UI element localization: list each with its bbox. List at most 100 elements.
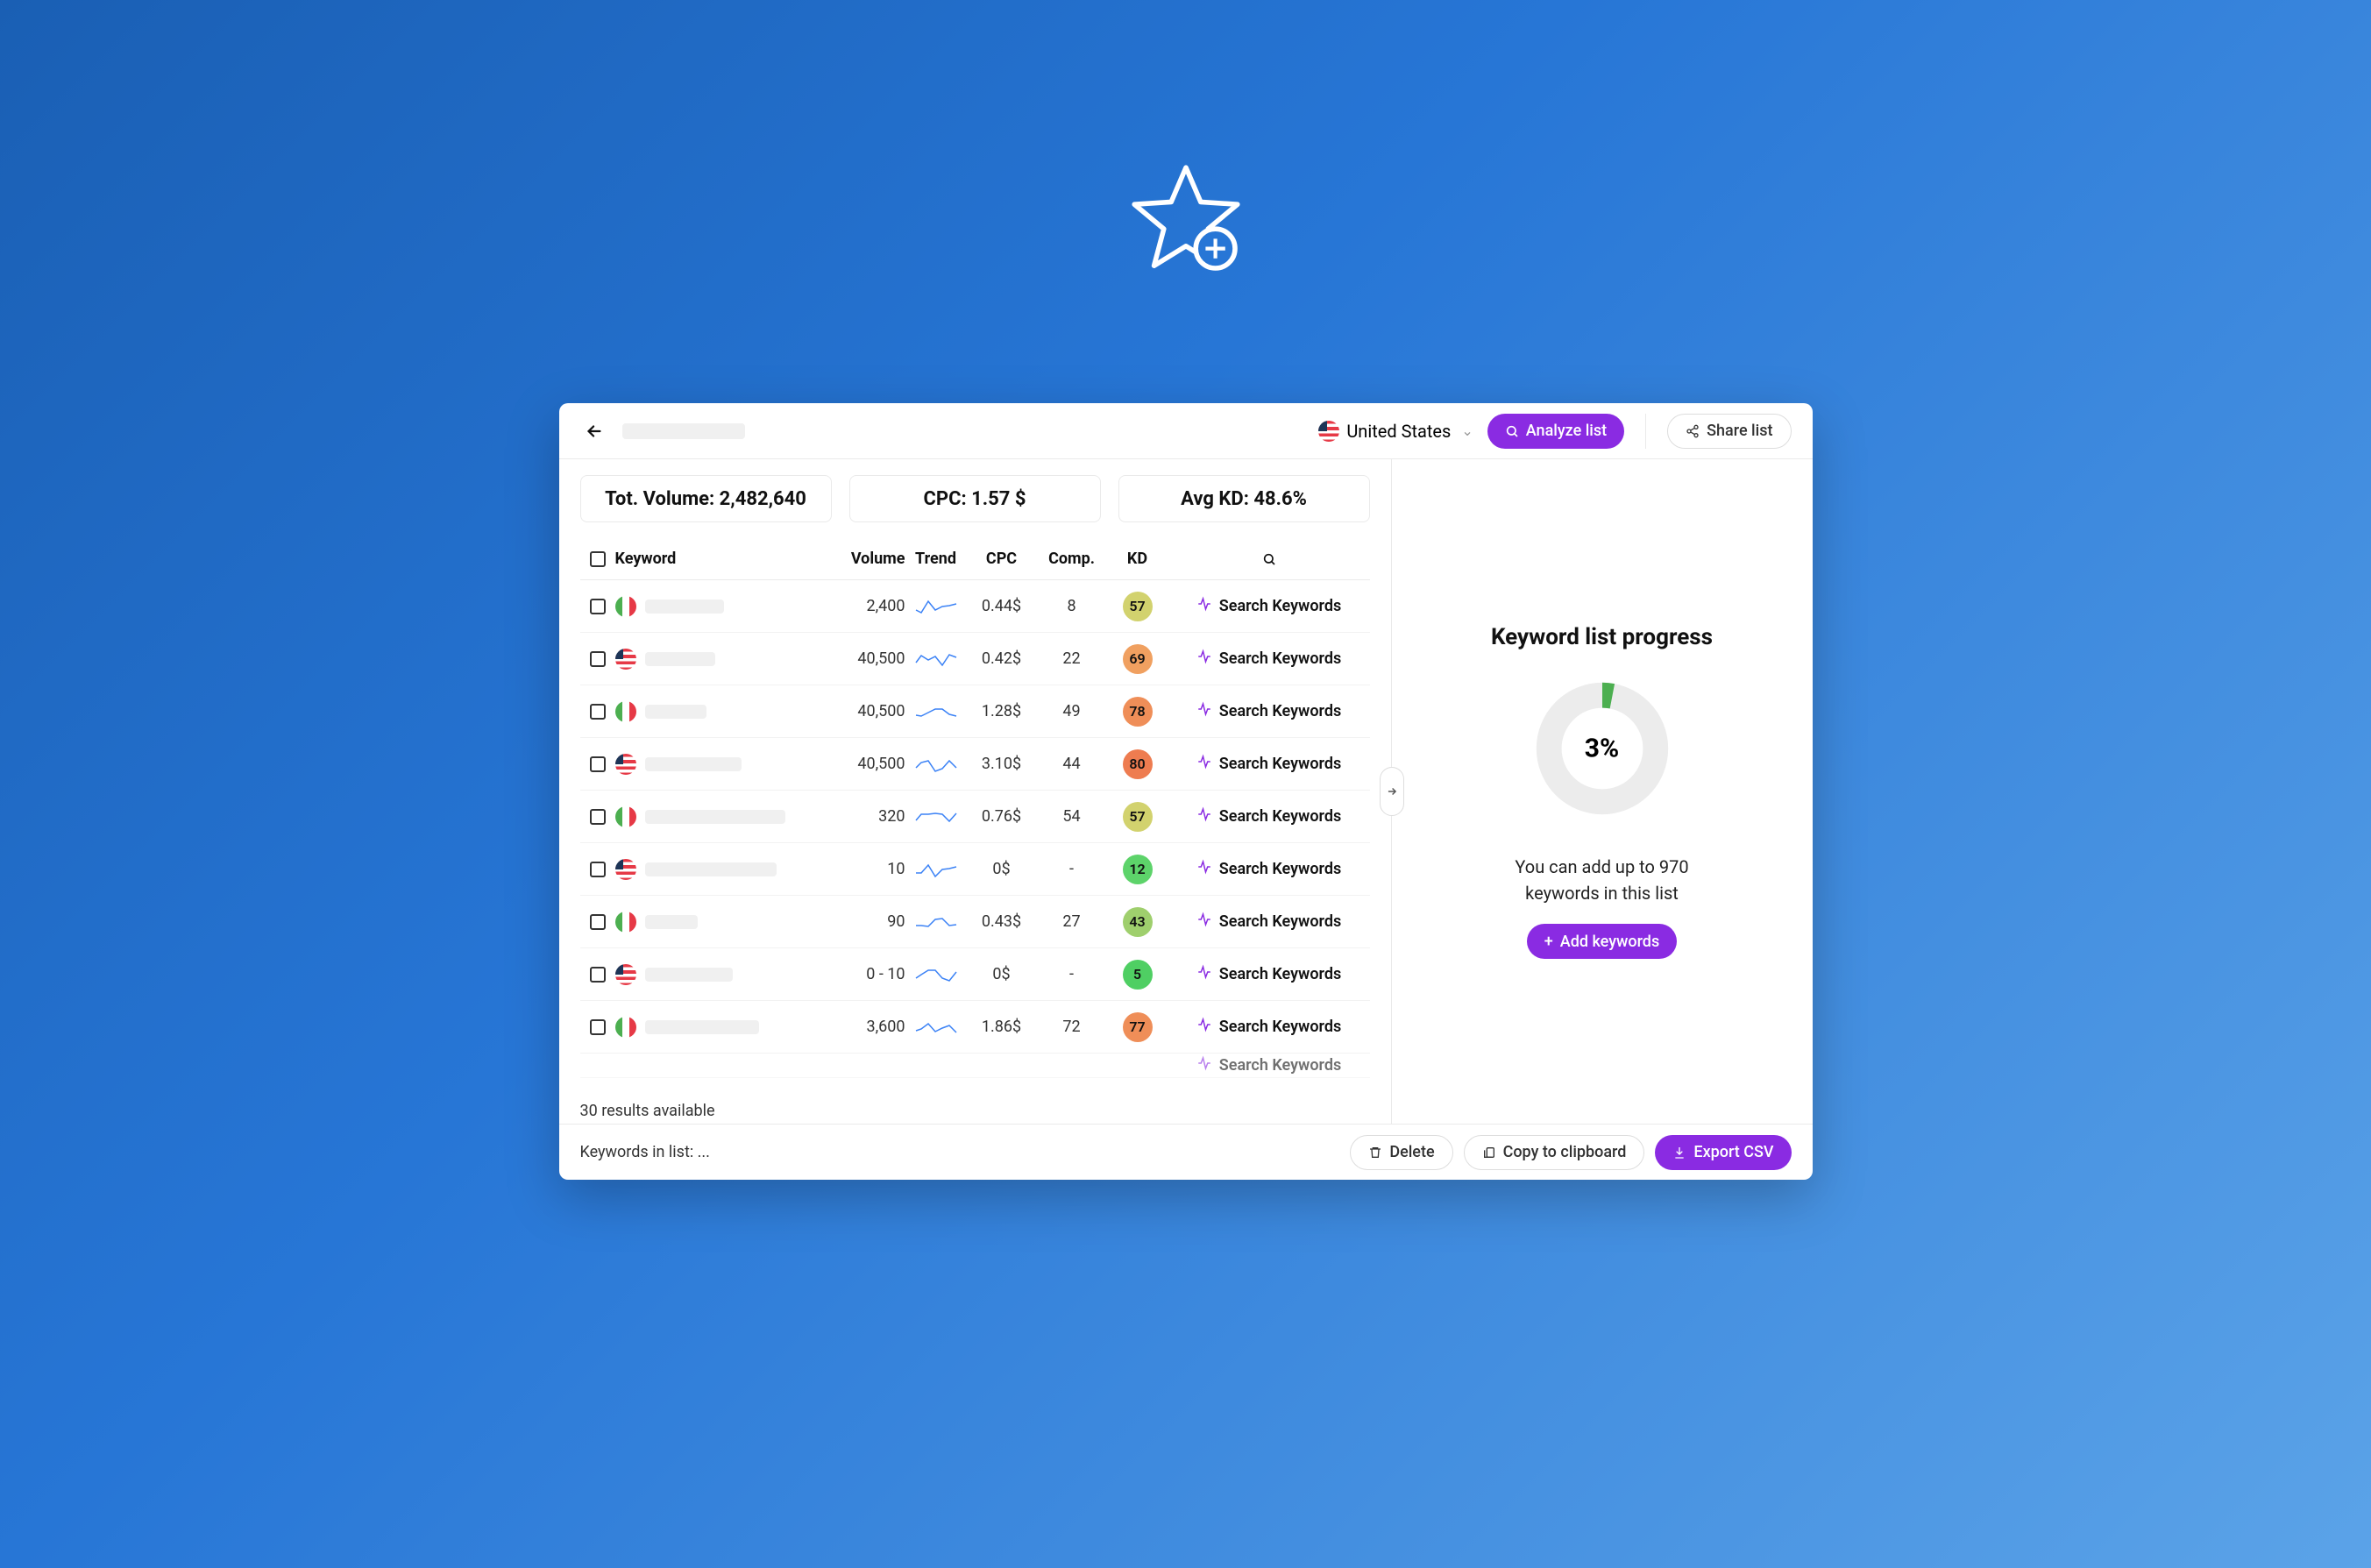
country-selector[interactable]: United States ⌄	[1318, 421, 1473, 442]
analyze-list-button[interactable]: Analyze list	[1487, 414, 1624, 449]
search-keywords-link[interactable]: Search Keywords	[1219, 755, 1341, 773]
row-checkbox[interactable]	[590, 756, 606, 772]
share-list-button[interactable]: Share list	[1667, 414, 1791, 449]
row-checkbox[interactable]	[590, 1019, 606, 1035]
cell-cpc: 0.43$	[967, 912, 1037, 931]
export-csv-button[interactable]: Export CSV	[1655, 1135, 1791, 1170]
cell-volume: 320	[827, 807, 905, 826]
us-flag-icon	[615, 649, 636, 670]
search-keywords-link[interactable]: Search Keywords	[1219, 649, 1341, 668]
it-flag-icon	[615, 1017, 636, 1038]
list-title-skeleton	[622, 423, 745, 439]
cell-trend	[905, 1018, 967, 1036]
table-body: 2,4000.44$857Search Keywords 40,500 0.42$2…	[580, 580, 1370, 1093]
stat-kd: Avg KD: 48.6%	[1118, 475, 1370, 522]
table-row: 3200.76$5457Search Keywords	[580, 791, 1370, 843]
cell-volume: 40,500	[827, 702, 905, 720]
analyze-icon	[1196, 1017, 1212, 1037]
cell-comp: 22	[1037, 649, 1107, 668]
row-checkbox[interactable]	[590, 862, 606, 877]
country-label: United States	[1346, 421, 1451, 442]
analyze-icon	[1196, 1055, 1212, 1075]
analyze-icon	[1196, 596, 1212, 616]
search-keywords-link[interactable]: Search Keywords	[1219, 1018, 1341, 1036]
table-row: 2,4000.44$857Search Keywords	[580, 580, 1370, 633]
keyword-skeleton	[645, 757, 742, 771]
row-checkbox[interactable]	[590, 967, 606, 983]
add-keywords-button[interactable]: + Add keywords	[1527, 924, 1677, 959]
cell-comp: -	[1037, 965, 1107, 983]
back-button[interactable]	[580, 417, 608, 445]
col-comp[interactable]: Comp.	[1037, 550, 1107, 568]
us-flag-icon	[1318, 421, 1339, 442]
col-kd[interactable]: KD	[1107, 550, 1168, 568]
row-checkbox[interactable]	[590, 651, 606, 667]
cell-volume: 90	[827, 912, 905, 931]
cell-cpc: 3.10$	[967, 755, 1037, 773]
cell-trend	[905, 966, 967, 983]
kd-badge: 43	[1123, 907, 1153, 937]
it-flag-icon	[615, 806, 636, 827]
copy-clipboard-button[interactable]: Copy to clipboard	[1464, 1135, 1645, 1170]
select-all-checkbox[interactable]	[590, 551, 606, 567]
analyze-label: Analyze list	[1526, 422, 1607, 440]
search-icon	[1262, 552, 1276, 566]
kd-badge: 77	[1123, 1012, 1153, 1042]
clipboard-icon	[1482, 1146, 1496, 1160]
cell-cpc: 0$	[967, 965, 1037, 983]
search-keywords-link[interactable]: Search Keywords	[1219, 965, 1341, 983]
keyword-skeleton	[645, 1020, 759, 1034]
search-keywords-link[interactable]: Search Keywords	[1219, 702, 1341, 720]
cell-cpc: 0$	[967, 860, 1037, 878]
trash-icon	[1368, 1146, 1382, 1160]
download-icon	[1672, 1146, 1686, 1160]
col-cpc[interactable]: CPC	[967, 550, 1037, 568]
cell-comp: 49	[1037, 702, 1107, 720]
copy-label: Copy to clipboard	[1503, 1143, 1627, 1161]
search-keywords-link[interactable]: Search Keywords	[1219, 860, 1341, 878]
stat-volume: Tot. Volume: 2,482,640	[580, 475, 832, 522]
col-keyword[interactable]: Keyword	[615, 550, 827, 568]
cell-trend	[905, 808, 967, 826]
kd-badge: 12	[1123, 855, 1153, 884]
app-window: United States ⌄ Analyze list Share list …	[559, 403, 1813, 1180]
us-flag-icon	[615, 859, 636, 880]
cell-cpc: 1.86$	[967, 1018, 1037, 1036]
analyze-icon	[1196, 701, 1212, 721]
cell-trend	[905, 861, 967, 878]
progress-percent: 3%	[1585, 734, 1619, 764]
search-keywords-link[interactable]: Search Keywords	[1219, 912, 1341, 931]
cell-volume: 10	[827, 860, 905, 878]
delete-button[interactable]: Delete	[1350, 1135, 1452, 1170]
col-trend[interactable]: Trend	[905, 550, 967, 568]
analyze-icon	[1196, 754, 1212, 774]
cell-comp: 54	[1037, 807, 1107, 826]
row-checkbox[interactable]	[590, 599, 606, 614]
cell-trend	[905, 913, 967, 931]
cell-volume: 3,600	[827, 1018, 905, 1036]
kd-badge: 57	[1123, 802, 1153, 832]
it-flag-icon	[615, 912, 636, 933]
delete-label: Delete	[1389, 1143, 1434, 1161]
keyword-skeleton	[645, 915, 698, 929]
keyword-skeleton	[645, 600, 724, 614]
table-row: 3,6001.86$7277Search Keywords	[580, 1001, 1370, 1054]
row-checkbox[interactable]	[590, 809, 606, 825]
table-row: 100$-12Search Keywords	[580, 843, 1370, 896]
col-volume[interactable]: Volume	[827, 550, 905, 568]
us-flag-icon	[615, 964, 636, 985]
table-header: Keyword Volume Trend CPC Comp. KD	[580, 538, 1370, 580]
it-flag-icon	[615, 596, 636, 617]
kd-badge: 5	[1123, 960, 1153, 990]
row-checkbox[interactable]	[590, 704, 606, 720]
search-keywords-link[interactable]: Search Keywords	[1219, 597, 1341, 615]
search-keywords-link[interactable]: Search Keywords	[1219, 807, 1341, 826]
kd-badge: 69	[1123, 644, 1153, 674]
keyword-skeleton	[645, 705, 706, 719]
expand-panel-button[interactable]	[1380, 767, 1404, 816]
cell-cpc: 0.42$	[967, 649, 1037, 668]
keyword-skeleton	[645, 968, 733, 982]
row-checkbox[interactable]	[590, 914, 606, 930]
cell-volume: 40,500	[827, 755, 905, 773]
search-keywords-link[interactable]: Search Keywords	[1219, 1056, 1341, 1075]
